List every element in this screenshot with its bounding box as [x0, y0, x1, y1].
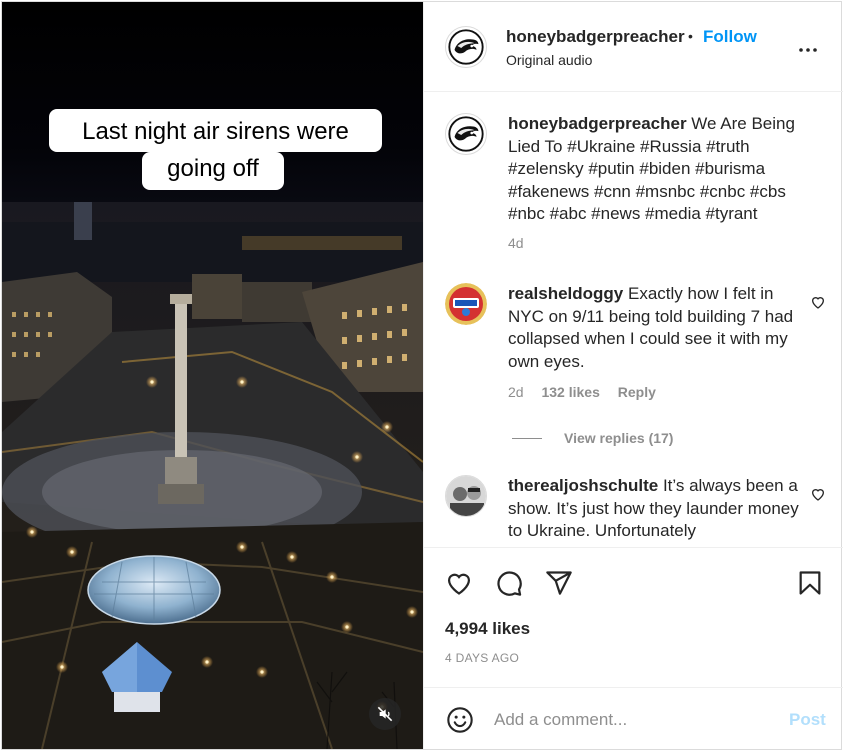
like-heart-icon[interactable]	[445, 569, 473, 597]
caption-line-1: Last night air sirens were	[82, 118, 349, 145]
caption-line-2: going off	[167, 155, 259, 182]
like-comment-heart-icon[interactable]	[810, 294, 826, 310]
comment-username[interactable]: realsheldoggy	[508, 284, 623, 303]
more-dots-icon	[799, 48, 817, 52]
avatar[interactable]	[445, 475, 487, 517]
caption-meta: 4d	[508, 235, 538, 251]
view-replies-label: View replies (17)	[564, 430, 674, 446]
view-replies-button[interactable]: View replies (17)	[512, 430, 673, 446]
post-date[interactable]: 4 DAYS AGO	[445, 651, 519, 665]
post-frame: Last night air sirens were going off hon…	[1, 1, 843, 750]
audio-label[interactable]: Original audio	[506, 52, 592, 68]
video-caption-overlay: Last night air sirens were	[49, 109, 382, 152]
post-header: honeybadgerpreacher • Follow Original au…	[424, 2, 843, 92]
comment-username[interactable]: therealjoshschulte	[508, 476, 658, 495]
city-night-scene	[2, 202, 423, 749]
video-player[interactable]: Last night air sirens were going off	[2, 2, 423, 749]
caption-text: honeybadgerpreacher We Are Being Lied To…	[508, 113, 808, 226]
post-comment-button[interactable]: Post	[789, 710, 826, 730]
emoji-smiley-icon[interactable]	[446, 706, 474, 734]
caption-username[interactable]: honeybadgerpreacher	[508, 114, 687, 133]
comment-age[interactable]: 2d	[508, 384, 524, 400]
speaker-muted-icon	[377, 706, 393, 722]
share-send-icon[interactable]	[545, 569, 573, 597]
comment-bubble-icon[interactable]	[495, 569, 523, 597]
honey-badger-logo-icon	[448, 116, 484, 152]
likes-count[interactable]: 4,994 likes	[445, 619, 530, 639]
avatar[interactable]	[445, 26, 487, 68]
caption-age[interactable]: 4d	[508, 235, 524, 251]
header-separator: •	[688, 28, 693, 44]
more-options-button[interactable]	[796, 38, 820, 62]
follow-button[interactable]: Follow	[703, 27, 757, 47]
save-bookmark-icon[interactable]	[796, 569, 824, 597]
avatar-image	[445, 283, 487, 325]
post-actions: 4,994 likes 4 DAYS AGO	[424, 547, 843, 687]
honey-badger-logo-icon	[448, 29, 484, 65]
divider	[512, 437, 542, 439]
avatar[interactable]	[445, 283, 487, 325]
post-details-panel: honeybadgerpreacher • Follow Original au…	[423, 2, 843, 749]
mute-toggle-button[interactable]	[369, 698, 401, 730]
comments-section[interactable]: honeybadgerpreacher We Are Being Lied To…	[424, 93, 843, 547]
comment-input[interactable]	[494, 707, 774, 733]
comment-meta: 2d 132 likes Reply	[508, 384, 670, 400]
reply-button[interactable]: Reply	[618, 384, 656, 400]
comment-likes[interactable]: 132 likes	[541, 384, 599, 400]
avatar[interactable]	[445, 113, 487, 155]
header-username[interactable]: honeybadgerpreacher	[506, 27, 685, 47]
comment-text: therealjoshschulte It’s always been a sh…	[508, 475, 808, 543]
avatar-image	[446, 476, 486, 516]
comment-text: realsheldoggy Exactly how I felt in NYC …	[508, 283, 808, 373]
like-comment-heart-icon[interactable]	[810, 486, 826, 502]
add-comment-bar: Post	[424, 687, 843, 749]
